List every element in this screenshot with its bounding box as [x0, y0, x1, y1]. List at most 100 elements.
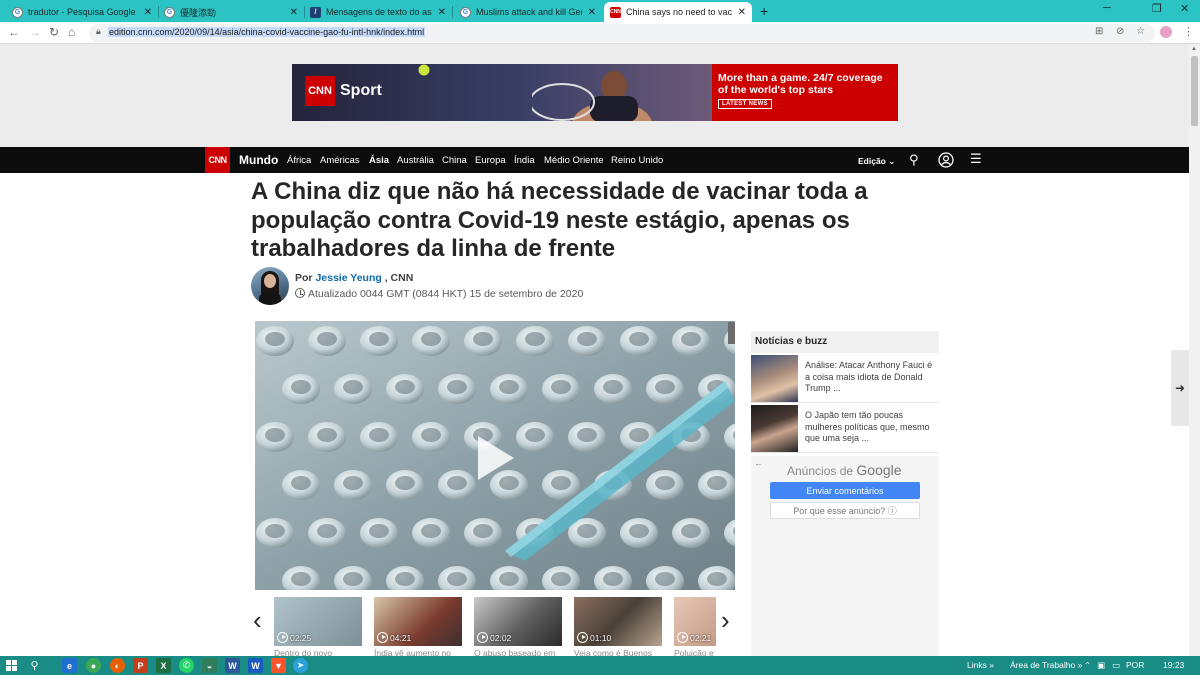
- home-icon[interactable]: ⌂: [68, 25, 75, 39]
- close-icon[interactable]: ✕: [588, 7, 596, 18]
- menu-icon[interactable]: ⋮: [1183, 25, 1194, 38]
- search-icon[interactable]: ⚲: [909, 152, 919, 168]
- author-avatar[interactable]: [251, 267, 289, 305]
- nav-item-americas[interactable]: Américas: [320, 155, 360, 166]
- forward-icon[interactable]: →: [29, 25, 41, 39]
- send-feedback-button[interactable]: Enviar comentários: [770, 482, 920, 499]
- video-thumbnail[interactable]: 01:10: [574, 597, 662, 646]
- brave-icon[interactable]: ▼: [271, 658, 286, 673]
- network-icon[interactable]: ▭: [1112, 660, 1120, 671]
- why-this-ad-button[interactable]: Por que esse anúncio? ⓘ: [770, 502, 920, 519]
- edge-icon[interactable]: e: [62, 658, 77, 673]
- tab-mensagens[interactable]: / Mensagens de texto do associad ✕: [304, 2, 452, 22]
- video-caption[interactable]: O abuso baseado em: [474, 648, 564, 656]
- excel-icon[interactable]: X: [156, 658, 171, 673]
- scroll-up-icon[interactable]: ▲: [1191, 46, 1197, 52]
- ad-cta-button[interactable]: LATEST NEWS: [718, 99, 772, 109]
- profile-avatar[interactable]: [1160, 26, 1172, 38]
- ad-brand: Sport: [340, 82, 382, 99]
- whatsapp-icon[interactable]: ✆: [179, 658, 194, 673]
- new-tab-icon[interactable]: +: [760, 3, 768, 19]
- nav-item-india[interactable]: Índia: [514, 155, 535, 166]
- eye-off-icon[interactable]: ⊘: [1116, 26, 1124, 37]
- close-icon[interactable]: ✕: [144, 7, 152, 18]
- word-doc-icon[interactable]: W: [248, 658, 263, 673]
- close-icon[interactable]: ✕: [290, 7, 298, 18]
- nav-item-china[interactable]: China: [442, 155, 467, 166]
- clock-time[interactable]: 19:23: [1163, 660, 1184, 670]
- news-item[interactable]: O Japão tem tão poucas mulheres política…: [751, 404, 939, 453]
- tab-tradutor[interactable]: G tradutor - Pesquisa Google ✕: [6, 2, 158, 22]
- video-thumbnail[interactable]: 04:21: [374, 597, 462, 646]
- nav-item-asia[interactable]: Ásia: [369, 155, 389, 166]
- nav-item-africa[interactable]: África: [287, 155, 311, 166]
- edition-selector[interactable]: Edição ⌄: [858, 156, 895, 167]
- video-thumbnail[interactable]: 02:21: [674, 597, 716, 646]
- user-account-icon[interactable]: [938, 152, 954, 168]
- back-icon[interactable]: ←: [8, 25, 20, 39]
- news-thumbnail[interactable]: [751, 405, 798, 452]
- news-item[interactable]: Análise: Atacar Anthony Fauci é a coisa …: [751, 354, 939, 403]
- links-toolbar[interactable]: Links »: [967, 660, 994, 670]
- powerpoint-icon[interactable]: P: [133, 658, 148, 673]
- video-thumbnail[interactable]: 02:25: [274, 597, 362, 646]
- close-window-icon[interactable]: ✕: [1180, 2, 1189, 15]
- close-icon[interactable]: ✕: [438, 7, 446, 18]
- vial-opening: [343, 572, 363, 586]
- tray-icon[interactable]: ▣: [1097, 660, 1105, 671]
- news-headline[interactable]: O Japão tem tão poucas mulheres política…: [805, 410, 937, 445]
- cnn-logo[interactable]: CNN: [205, 147, 230, 173]
- video-caption[interactable]: Veja como é Buenos: [574, 648, 664, 656]
- news-headline[interactable]: Análise: Atacar Anthony Fauci é a coisa …: [805, 360, 937, 395]
- url-text[interactable]: edition.cnn.com/2020/09/14/asia/china-co…: [108, 27, 426, 37]
- author-link[interactable]: Jessie Yeung: [315, 272, 381, 284]
- vial-opening: [343, 476, 363, 490]
- play-icon[interactable]: [470, 432, 522, 484]
- video-caption[interactable]: Poluição e: [674, 648, 716, 656]
- video-caption[interactable]: Índia vê aumento no: [374, 648, 464, 656]
- translate-icon[interactable]: ⊞: [1095, 26, 1103, 37]
- cnn-sport-ad[interactable]: CNN Sport More than a game. 24/7 coverag…: [292, 64, 898, 121]
- vial-opening: [629, 428, 649, 442]
- vial-opening: [447, 476, 467, 490]
- tab-cnn-active[interactable]: CNN China says no need to vaccinate ✕: [604, 2, 752, 22]
- word-icon[interactable]: W: [225, 658, 240, 673]
- news-thumbnail[interactable]: [751, 355, 798, 402]
- nav-section-mundo[interactable]: Mundo: [239, 153, 278, 167]
- nav-item-europa[interactable]: Europa: [475, 155, 506, 166]
- telegram-icon[interactable]: ➤: [293, 658, 308, 673]
- vial-opening: [551, 572, 571, 586]
- carousel-next-icon[interactable]: ›: [721, 607, 730, 633]
- updated-text: Atualizado 0044 GMT (0844 HKT) 15 de set…: [308, 288, 584, 300]
- carousel-prev-icon[interactable]: ‹: [253, 607, 262, 633]
- language-indicator[interactable]: POR: [1126, 660, 1144, 670]
- hamburger-menu-icon[interactable]: ☰: [970, 151, 982, 167]
- bookmark-star-icon[interactable]: ☆: [1136, 26, 1145, 37]
- search-icon[interactable]: ⚲: [27, 658, 42, 673]
- tab-chinese[interactable]: G 優隆添勁 ✕: [158, 2, 304, 22]
- chrome-icon[interactable]: ●: [86, 658, 101, 673]
- back-arrow-icon[interactable]: ←: [754, 458, 763, 468]
- vial-opening: [551, 476, 571, 490]
- video-thumbnail[interactable]: 02:02: [474, 597, 562, 646]
- nav-item-medio-oriente[interactable]: Médio Oriente: [544, 155, 604, 166]
- app-icon[interactable]: ◒: [202, 658, 217, 673]
- scroll-thumb[interactable]: [1191, 56, 1198, 126]
- video-caption[interactable]: Dentro do novo: [274, 648, 364, 656]
- next-article-arrow-icon[interactable]: ➜: [1171, 350, 1189, 426]
- close-icon[interactable]: ✕: [738, 7, 746, 18]
- nav-item-australia[interactable]: Austrália: [397, 155, 434, 166]
- vial-opening: [369, 524, 389, 538]
- lock-icon[interactable]: 🔒︎: [96, 26, 101, 37]
- reload-icon[interactable]: ↻: [49, 25, 59, 39]
- desktop-toolbar[interactable]: Área de Trabalho »: [1010, 660, 1082, 670]
- restore-icon[interactable]: ❐: [1152, 2, 1162, 15]
- page-scrollbar[interactable]: ▲: [1189, 44, 1200, 656]
- tray-chevron-up-icon[interactable]: ⌃: [1084, 660, 1091, 671]
- vial-opening: [265, 524, 285, 538]
- minimize-icon[interactable]: ─: [1103, 2, 1111, 14]
- nav-item-reino-unido[interactable]: Reino Unido: [611, 155, 663, 166]
- windows-start-icon[interactable]: [6, 660, 17, 671]
- firefox-icon[interactable]: ◐: [110, 658, 125, 673]
- tab-muslims[interactable]: G Muslims attack and kill Germans ✕: [454, 2, 602, 22]
